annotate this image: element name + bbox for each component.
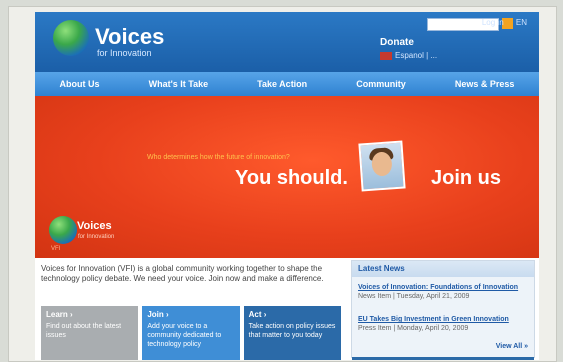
news-item[interactable]: Voices of Innovation: Foundations of Inn… [358,283,528,301]
hero-logo-title: Voices [77,220,112,232]
flag-icon [380,51,392,60]
act-box-title: Act › [248,310,267,319]
news-item-meta: Press Item | Monday, April 20, 2009 [358,325,469,332]
latest-news-heading: Latest News [352,261,534,277]
logo-subtitle: for Innovation [97,48,152,58]
language-selector[interactable]: Espanol | ... [380,51,437,60]
join-box-text: Add your voice to a community dedicated … [147,323,222,348]
logo-title[interactable]: Voices [95,24,164,50]
language-link[interactable]: EN [516,18,527,27]
hero-logo-subtitle: for Innovation [78,234,115,240]
nav-take-action[interactable]: Take Action [257,79,307,89]
main-nav: About Us What's It Take Take Action Comm… [35,72,539,96]
top-links: Log in EN [472,18,527,27]
learn-box[interactable]: Learn › Find out about the latest issues [41,306,139,360]
nav-community[interactable]: Community [356,79,406,89]
join-box[interactable]: Join › Add your voice to a community ded… [142,306,240,360]
news-item-title[interactable]: EU Takes Big Investment in Green Innovat… [358,315,528,324]
language-label: Espanol | ... [395,51,438,60]
nav-news-press[interactable]: News & Press [455,79,515,89]
site-header: Voices for Innovation Log in EN Donate E… [35,12,539,72]
learn-box-title: Learn › [46,310,73,319]
globe-logo-icon[interactable] [53,20,89,56]
hero-banner[interactable]: Who determines how the future of innovat… [35,96,539,258]
latest-news-panel: Latest News Voices of Innovation: Founda… [351,260,535,360]
login-link[interactable]: Log in [482,18,504,27]
act-box-text: Take action on policy issues that matter… [248,323,336,339]
hero-tagline: VFI [51,246,61,252]
news-item[interactable]: EU Takes Big Investment in Green Innovat… [358,315,528,333]
hero-join-us[interactable]: Join us [431,167,501,190]
intro-text: Voices for Innovation (VFI) is a global … [41,264,324,283]
learn-box-text: Find out about the latest issues [46,323,122,339]
hero-photo [358,140,406,192]
hero-globe-icon [49,216,77,244]
website-page: Voices for Innovation Log in EN Donate E… [35,12,539,360]
feature-boxes: Learn › Find out about the latest issues… [41,306,341,360]
view-all-news-link[interactable]: View All » [496,343,528,350]
nav-whats-it-take[interactable]: What's It Take [149,79,208,89]
nav-about[interactable]: About Us [60,79,100,89]
hero-you-should: You should. [235,167,348,189]
news-item-meta: News Item | Tuesday, April 21, 2009 [358,293,470,300]
act-box[interactable]: Act › Take action on policy issues that … [243,306,341,360]
hero-question: Who determines how the future of innovat… [147,154,290,161]
join-box-title: Join › [147,310,169,319]
donate-link[interactable]: Donate [380,37,414,48]
news-item-title[interactable]: Voices of Innovation: Foundations of Inn… [358,283,528,292]
